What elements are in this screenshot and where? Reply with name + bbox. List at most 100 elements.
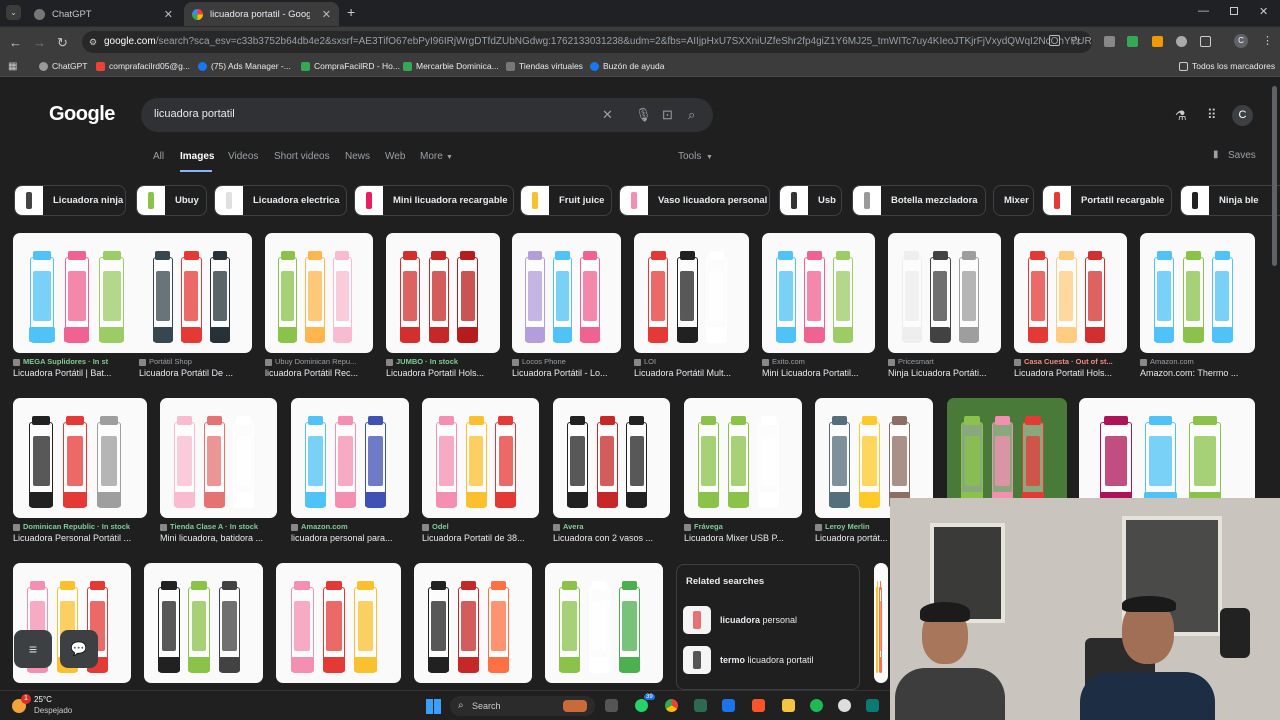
extension-icon[interactable] bbox=[1127, 36, 1138, 47]
result-image[interactable] bbox=[160, 398, 277, 518]
suggestion-chip[interactable]: Botella mezcladora bbox=[852, 185, 986, 216]
task-view-icon[interactable] bbox=[605, 699, 618, 712]
tab-google-search[interactable]: licuadora portatil - Google Sear ✕ bbox=[184, 2, 339, 26]
related-search-item[interactable]: termo licuadora portatil bbox=[683, 645, 814, 675]
bookmark-buzon[interactable]: Buzón de ayuda bbox=[590, 61, 664, 71]
bookmark-tiendas[interactable]: Tiendas virtuales bbox=[506, 61, 583, 71]
filter-all[interactable]: All bbox=[153, 151, 164, 162]
suggestion-chip[interactable]: Ninja ble bbox=[1180, 185, 1280, 216]
result-title[interactable]: Mini Licuadora Portatil... bbox=[762, 368, 875, 378]
result-source[interactable]: Amazon.com bbox=[1140, 357, 1255, 366]
result-title[interactable]: Licuadora Portátil Mult... bbox=[634, 368, 749, 378]
page-scrollbar[interactable] bbox=[1272, 86, 1277, 266]
extensions-puzzle-icon[interactable] bbox=[1200, 36, 1211, 47]
account-avatar[interactable]: C bbox=[1232, 105, 1253, 126]
google-apps-icon[interactable]: ⠿ bbox=[1207, 107, 1217, 123]
result-source[interactable]: LOI bbox=[634, 357, 749, 366]
result-image[interactable] bbox=[414, 563, 532, 683]
result-title[interactable]: Ninja Licuadora Portáti... bbox=[888, 368, 1001, 378]
result-title[interactable]: Licuadora Portatil Hols... bbox=[386, 368, 500, 378]
result-title[interactable]: Amazon.com: Thermo ... bbox=[1140, 368, 1255, 378]
spotify-icon[interactable] bbox=[810, 699, 823, 712]
chrome-icon[interactable] bbox=[665, 699, 678, 712]
search-icon[interactable]: ⌕ bbox=[688, 107, 695, 123]
result-source[interactable]: Pricesmart bbox=[888, 357, 1001, 366]
suggestion-chip[interactable]: Licuadora electrica bbox=[214, 185, 347, 216]
result-title[interactable]: licuadora personal para... bbox=[291, 533, 409, 543]
result-image[interactable] bbox=[684, 398, 802, 518]
tab-search-menu-icon[interactable]: ⌄ bbox=[6, 5, 21, 20]
result-title[interactable]: Licuadora Portátil | Bat... bbox=[13, 368, 151, 378]
result-source[interactable]: JUMBO · In stock bbox=[386, 357, 500, 366]
reload-icon[interactable]: ↻ bbox=[57, 35, 68, 51]
chat-feedback-icon[interactable]: 💬 bbox=[60, 630, 98, 668]
result-image[interactable] bbox=[545, 563, 663, 683]
result-image[interactable] bbox=[553, 398, 670, 518]
suggestion-chip[interactable]: Mini licuadora recargable bbox=[354, 185, 514, 216]
result-image[interactable] bbox=[144, 563, 263, 683]
new-tab-icon[interactable]: + bbox=[347, 4, 355, 20]
result-title[interactable]: Mini licuadora, batidora ... bbox=[160, 533, 277, 543]
brave-icon[interactable] bbox=[752, 699, 765, 712]
clear-icon[interactable]: ✕ bbox=[602, 107, 613, 123]
bookmark-star-icon[interactable]: ☆ bbox=[1070, 33, 1082, 49]
result-image[interactable] bbox=[874, 563, 888, 683]
result-title[interactable]: Licuadora con 2 vasos ... bbox=[553, 533, 670, 543]
filter-web[interactable]: Web bbox=[385, 151, 405, 162]
extension-icon[interactable] bbox=[1176, 36, 1187, 47]
taskbar-search[interactable]: ⌕ Search bbox=[450, 696, 595, 716]
minimize-icon[interactable]: — bbox=[1198, 5, 1209, 17]
result-source[interactable]: Frávega bbox=[684, 522, 802, 531]
google-logo[interactable]: Google bbox=[49, 103, 115, 126]
restore-icon[interactable] bbox=[1230, 7, 1238, 15]
result-image[interactable] bbox=[13, 233, 151, 353]
result-image[interactable] bbox=[13, 398, 147, 518]
result-title[interactable]: Licuadora Portatil de 38... bbox=[422, 533, 539, 543]
result-title[interactable]: Licuadora Portátil - Lo... bbox=[512, 368, 621, 378]
suggestion-chip[interactable]: Fruit juice bbox=[520, 185, 612, 216]
filter-more[interactable]: More bbox=[420, 151, 443, 162]
result-image[interactable] bbox=[1140, 233, 1255, 353]
close-window-icon[interactable]: ✕ bbox=[1259, 5, 1268, 18]
related-search-item[interactable]: licuadora personal bbox=[683, 605, 797, 635]
bookmark-mercarbie[interactable]: Mercarbie Dominica... bbox=[403, 61, 499, 71]
app-icon[interactable] bbox=[722, 699, 735, 712]
result-image[interactable] bbox=[634, 233, 749, 353]
app-icon[interactable] bbox=[838, 699, 851, 712]
all-bookmarks[interactable]: Todos los marcadores bbox=[1179, 61, 1275, 71]
app-icon[interactable] bbox=[694, 699, 707, 712]
suggestion-chip[interactable]: Ubuy bbox=[136, 185, 207, 216]
saves-button[interactable]: Saves bbox=[1228, 150, 1256, 161]
filter-videos[interactable]: Videos bbox=[228, 151, 258, 162]
filter-news[interactable]: News bbox=[345, 151, 370, 162]
close-tab-icon[interactable]: ✕ bbox=[322, 8, 331, 21]
app-icon[interactable] bbox=[866, 699, 879, 712]
result-source[interactable]: Locos Phone bbox=[512, 357, 621, 366]
result-title[interactable]: Licuadora Personal Portátil ... bbox=[13, 533, 147, 543]
result-image[interactable] bbox=[276, 563, 401, 683]
side-panel-toggle-icon[interactable]: ≡ bbox=[14, 630, 52, 668]
result-source[interactable]: Tienda Clase A · In stock bbox=[160, 522, 277, 531]
suggestion-chip[interactable]: Vaso licuadora personal bbox=[619, 185, 770, 216]
result-image[interactable] bbox=[291, 398, 409, 518]
result-source[interactable]: Portátil Shop bbox=[139, 357, 252, 366]
result-title[interactable]: Licuadora Portátil De ... bbox=[139, 368, 252, 378]
result-source[interactable]: Odel bbox=[422, 522, 539, 531]
saves-icon[interactable]: ▮ bbox=[1213, 149, 1219, 160]
filter-images[interactable]: Images bbox=[180, 151, 214, 162]
result-source[interactable]: Ubuy Dominican Repu... bbox=[265, 357, 373, 366]
translate-icon[interactable] bbox=[1049, 35, 1060, 46]
lens-icon[interactable]: ⊡ bbox=[662, 107, 673, 123]
voice-search-icon[interactable]: 🎙 bbox=[635, 107, 652, 123]
result-image[interactable] bbox=[1014, 233, 1127, 353]
result-source[interactable]: Dominican Republic · In stock bbox=[13, 522, 147, 531]
forward-icon[interactable]: → bbox=[33, 35, 46, 50]
suggestion-chip[interactable]: Licuadora ninja bbox=[14, 185, 126, 216]
whatsapp-icon[interactable] bbox=[635, 699, 648, 712]
result-title[interactable]: Licuadora Portatil Hols... bbox=[1014, 368, 1127, 378]
search-box[interactable]: licuadora portatil ✕ 🎙 ⊡ ⌕ bbox=[141, 98, 713, 132]
bookmark-ads-manager[interactable]: (75) Ads Manager -... bbox=[198, 61, 291, 71]
address-bar[interactable]: ⚙ google.com/search?sca_esv=c33b3752b64d… bbox=[82, 31, 1092, 53]
result-image[interactable] bbox=[762, 233, 875, 353]
result-image[interactable] bbox=[265, 233, 373, 353]
